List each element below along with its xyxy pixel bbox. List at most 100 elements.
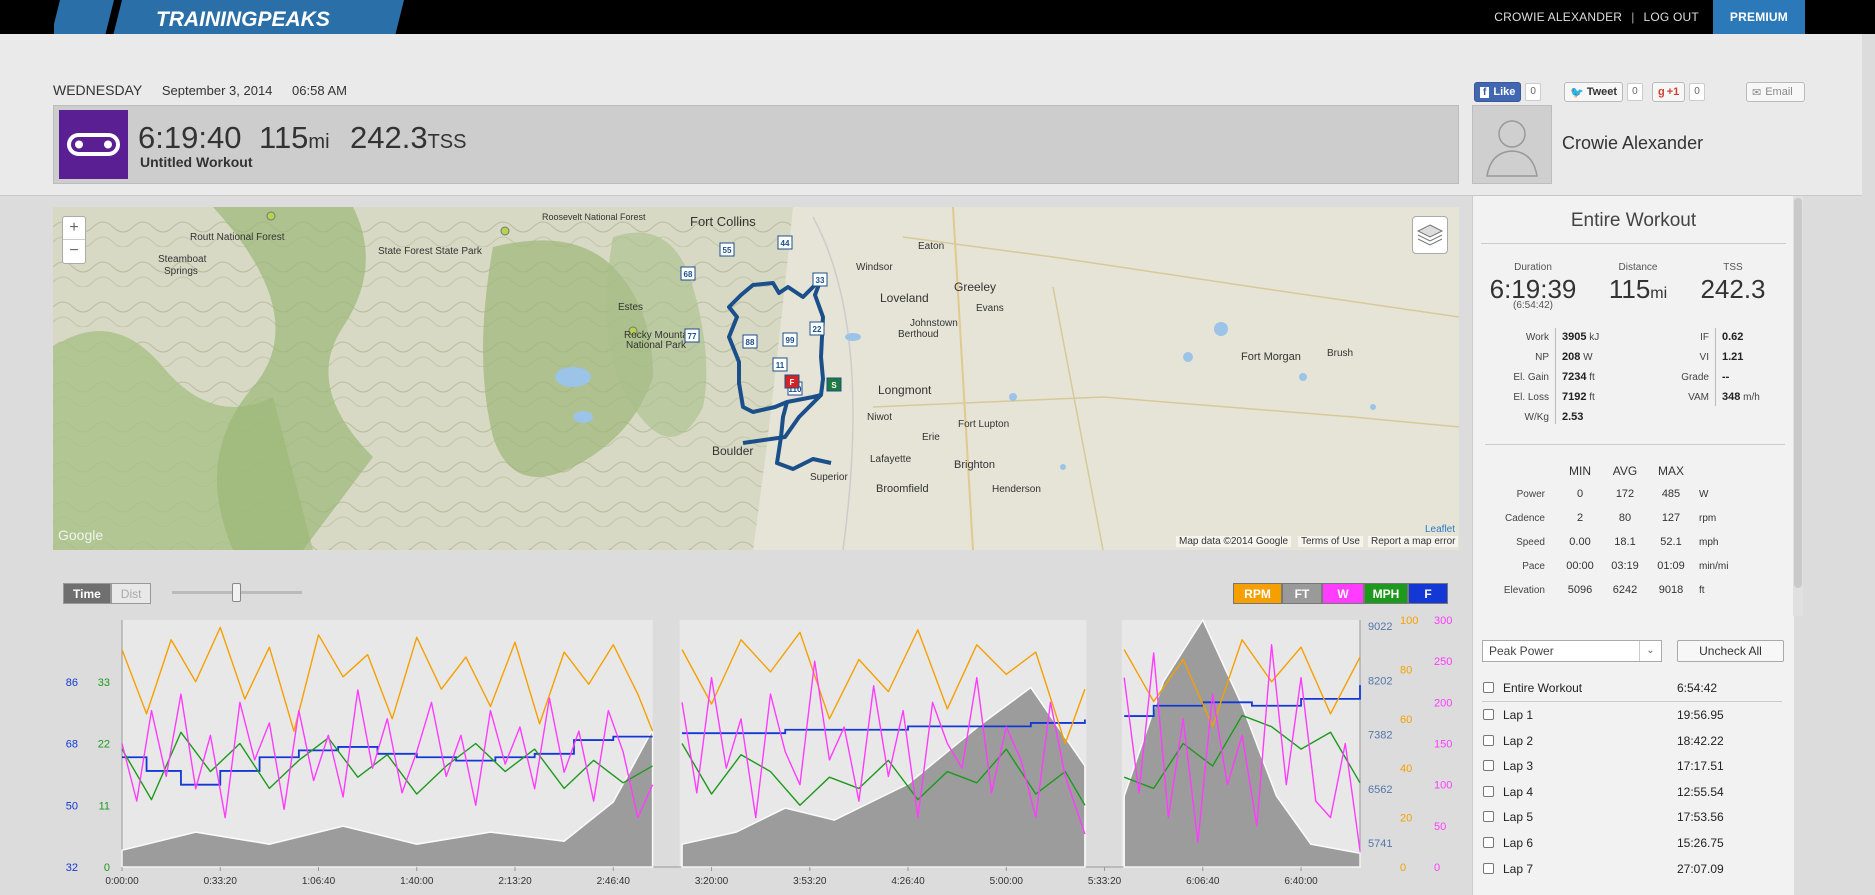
- map-marker-label: 55: [723, 246, 732, 255]
- tss-unit: TSS: [427, 131, 467, 153]
- map-place-label: Johnstown: [910, 318, 958, 329]
- distance-axis-button[interactable]: Dist: [110, 583, 152, 604]
- metric-label: IF: [1700, 332, 1709, 343]
- lap-row[interactable]: Lap 1 19:56.95: [1482, 705, 1782, 725]
- panel-title: Entire Workout: [1570, 210, 1697, 231]
- metric-unit: W: [1580, 352, 1593, 363]
- table-unit: mph: [1699, 537, 1719, 548]
- y-tick-label-elevation: 5741: [1368, 838, 1392, 850]
- scrollbar-thumb[interactable]: [1794, 198, 1802, 588]
- map-marker-label: 88: [746, 338, 755, 347]
- logout-link[interactable]: LOG OUT: [1644, 10, 1699, 24]
- google-plus[interactable]: g +1 0: [1652, 82, 1705, 102]
- nav-separator: |: [1631, 10, 1635, 24]
- metric-label: Work: [1525, 332, 1549, 343]
- zoom-out-button[interactable]: −: [63, 240, 85, 263]
- lap-row[interactable]: Lap 2 18:42.22: [1482, 731, 1782, 751]
- lap-checkbox[interactable]: [1483, 811, 1494, 823]
- table-cell: 52.1: [1660, 536, 1682, 548]
- zoom-in-button[interactable]: +: [63, 217, 85, 240]
- facebook-like-button[interactable]: f Like: [1474, 82, 1522, 102]
- lap-name: Lap 4: [1503, 784, 1534, 799]
- legend-rpm[interactable]: RPM: [1233, 583, 1282, 604]
- workout-date-row: WEDNESDAY September 3, 2014 06:58 AM: [53, 82, 363, 98]
- table-cell: 2: [1576, 512, 1584, 524]
- gplus-button[interactable]: g +1: [1652, 82, 1686, 102]
- terms-of-use-link[interactable]: Terms of Use: [1298, 536, 1363, 547]
- email-button[interactable]: ✉ Email: [1746, 82, 1805, 102]
- lap-time: 12:55.54: [1677, 784, 1724, 799]
- y-tick-label-cadence: 40: [1400, 763, 1412, 775]
- lap-row[interactable]: Lap 5 17:53.56: [1482, 807, 1782, 827]
- y-tick-label-power: 250: [1434, 656, 1452, 668]
- lap-checkbox[interactable]: [1483, 734, 1494, 746]
- y-tick-label-speed: 68: [66, 739, 78, 751]
- report-map-error-link[interactable]: Report a map error: [1368, 536, 1459, 547]
- email-share[interactable]: ✉ Email: [1746, 82, 1805, 102]
- lap-row[interactable]: Lap 6 15:26.75: [1482, 833, 1782, 853]
- x-tick-label: 4:26:40: [891, 876, 925, 887]
- metric-unit: ft: [1586, 392, 1595, 403]
- y-tick-label-speed: 50: [66, 800, 78, 812]
- lap-name: Lap 6: [1503, 836, 1534, 850]
- lap-name: Entire Workout: [1503, 681, 1583, 695]
- lap-name: Lap 3: [1503, 759, 1534, 774]
- panel-scrollbar[interactable]: [1793, 196, 1803, 616]
- tweet-label: Tweet: [1586, 86, 1618, 98]
- google-logo: Google: [58, 527, 104, 543]
- lap-time: 17:17.51: [1677, 759, 1724, 774]
- workout-distance-box: 115mi: [259, 120, 330, 156]
- lap-checkbox[interactable]: [1483, 760, 1494, 772]
- legend-f[interactable]: F: [1408, 583, 1448, 604]
- peak-power-dropdown[interactable]: Peak Power ⌄: [1482, 640, 1662, 662]
- map-place-label: Erie: [922, 432, 940, 443]
- map-layers-button[interactable]: [1412, 216, 1448, 254]
- tweet-button[interactable]: 🐦 Tweet: [1564, 82, 1624, 102]
- lap-row[interactable]: Lap 4 12:55.54: [1482, 782, 1782, 802]
- leaflet-link[interactable]: Leaflet: [1422, 524, 1458, 535]
- twitter-tweet[interactable]: 🐦 Tweet 0: [1564, 82, 1643, 102]
- map-place-label: Fort Collins: [690, 214, 756, 229]
- metric-unit: kJ: [1586, 332, 1600, 343]
- lap-checkbox[interactable]: [1483, 785, 1494, 797]
- data-gap: [652, 620, 680, 867]
- table-cell: 485: [1661, 488, 1681, 500]
- lap-checkbox[interactable]: [1483, 837, 1494, 848]
- lap-time: 17:53.56: [1677, 810, 1724, 825]
- table-cell: 00:00: [1566, 560, 1594, 572]
- legend-w[interactable]: W: [1322, 583, 1364, 604]
- metric-value: 208 W: [1562, 351, 1593, 363]
- avatar[interactable]: [1472, 105, 1552, 184]
- data-gap: [1086, 620, 1122, 867]
- time-axis-button[interactable]: Time: [63, 583, 111, 604]
- gplus-label: +1: [1666, 86, 1680, 98]
- map-place-label: Windsor: [856, 262, 893, 273]
- map-zoom-control: + −: [62, 216, 86, 264]
- lap-row[interactable]: Lap 7 27:07.09: [1482, 859, 1782, 879]
- facebook-like[interactable]: f Like 0: [1474, 82, 1541, 102]
- lap-checkbox[interactable]: [1483, 862, 1494, 874]
- premium-button[interactable]: PREMIUM: [1712, 0, 1805, 34]
- x-tick-label: 6:40:00: [1284, 876, 1318, 887]
- workout-time: 06:58 AM: [292, 83, 347, 98]
- map-marker-label: 22: [813, 325, 822, 334]
- route-map[interactable]: Fort Collins Routt National Forest Rooseve…: [53, 207, 1459, 550]
- lap-checkbox[interactable]: [1483, 709, 1494, 720]
- lap-checkbox[interactable]: [1483, 682, 1494, 693]
- twitter-icon: 🐦: [1570, 86, 1584, 99]
- legend-mph[interactable]: MPH: [1364, 583, 1408, 604]
- user-name-link[interactable]: CROWIE ALEXANDER: [1494, 10, 1622, 24]
- workout-tss-box: 242.3TSS: [350, 120, 466, 156]
- workout-graph[interactable]: 0:00:00 0:33:20 1:06:40 1:40:00 2:13:20 2:46:…: [0, 612, 1472, 895]
- map-place-label: Superior: [810, 472, 848, 483]
- uncheck-all-button[interactable]: Uncheck All: [1677, 640, 1784, 662]
- table-cell: 172: [1615, 488, 1635, 500]
- lap-row[interactable]: Lap 3 17:17.51: [1482, 756, 1782, 776]
- table-cell: 6242: [1612, 584, 1638, 596]
- lap-row[interactable]: Entire Workout 6:54:42: [1482, 678, 1782, 702]
- workout-name[interactable]: Untitled Workout: [140, 154, 253, 170]
- smoothing-slider-handle[interactable]: [232, 583, 241, 602]
- distance-unit: mi: [308, 131, 330, 153]
- metric-value: 7192 ft: [1562, 391, 1595, 403]
- legend-ft[interactable]: FT: [1282, 583, 1322, 604]
